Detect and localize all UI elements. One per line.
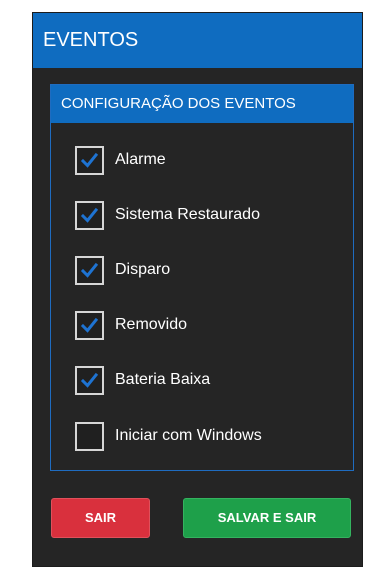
option-disparo[interactable]: Disparo	[75, 255, 170, 285]
events-config-group: CONFIGURAÇÃO DOS EVENTOS Alarme Sistema …	[50, 84, 354, 471]
checkbox-removido[interactable]	[75, 310, 104, 340]
option-label: Iniciar com Windows	[115, 427, 262, 444]
option-label: Sistema Restaurado	[115, 206, 260, 223]
events-window: EVENTOS CONFIGURAÇÃO DOS EVENTOS Alarme …	[32, 12, 363, 567]
check-icon	[80, 372, 99, 388]
option-bateria-baixa[interactable]: Bateria Baixa	[75, 365, 210, 395]
option-iniciar-com-windows[interactable]: Iniciar com Windows	[75, 421, 262, 451]
option-label: Disparo	[115, 261, 171, 278]
option-label: Bateria Baixa	[115, 371, 211, 388]
group-title: CONFIGURAÇÃO DOS EVENTOS	[51, 85, 353, 123]
checkbox-bateria-baixa[interactable]	[75, 365, 104, 395]
checkbox-iniciar-com-windows[interactable]	[75, 421, 104, 451]
option-sistema-restaurado[interactable]: Sistema Restaurado	[75, 200, 260, 230]
option-removido[interactable]: Removido	[75, 310, 187, 340]
window-title: EVENTOS	[33, 13, 362, 68]
checkbox-disparo[interactable]	[75, 255, 104, 285]
check-icon	[80, 207, 99, 223]
option-label: Removido	[115, 316, 188, 333]
checkbox-sistema-restaurado[interactable]	[75, 200, 104, 230]
checkbox-alarme[interactable]	[75, 145, 104, 175]
exit-button[interactable]: SAIR	[51, 498, 150, 538]
check-icon	[80, 152, 99, 168]
option-alarme[interactable]: Alarme	[75, 145, 166, 175]
save-and-exit-button[interactable]: SALVAR E SAIR	[183, 498, 351, 538]
check-icon	[80, 317, 99, 333]
option-label: Alarme	[115, 151, 166, 168]
check-icon	[80, 262, 99, 278]
